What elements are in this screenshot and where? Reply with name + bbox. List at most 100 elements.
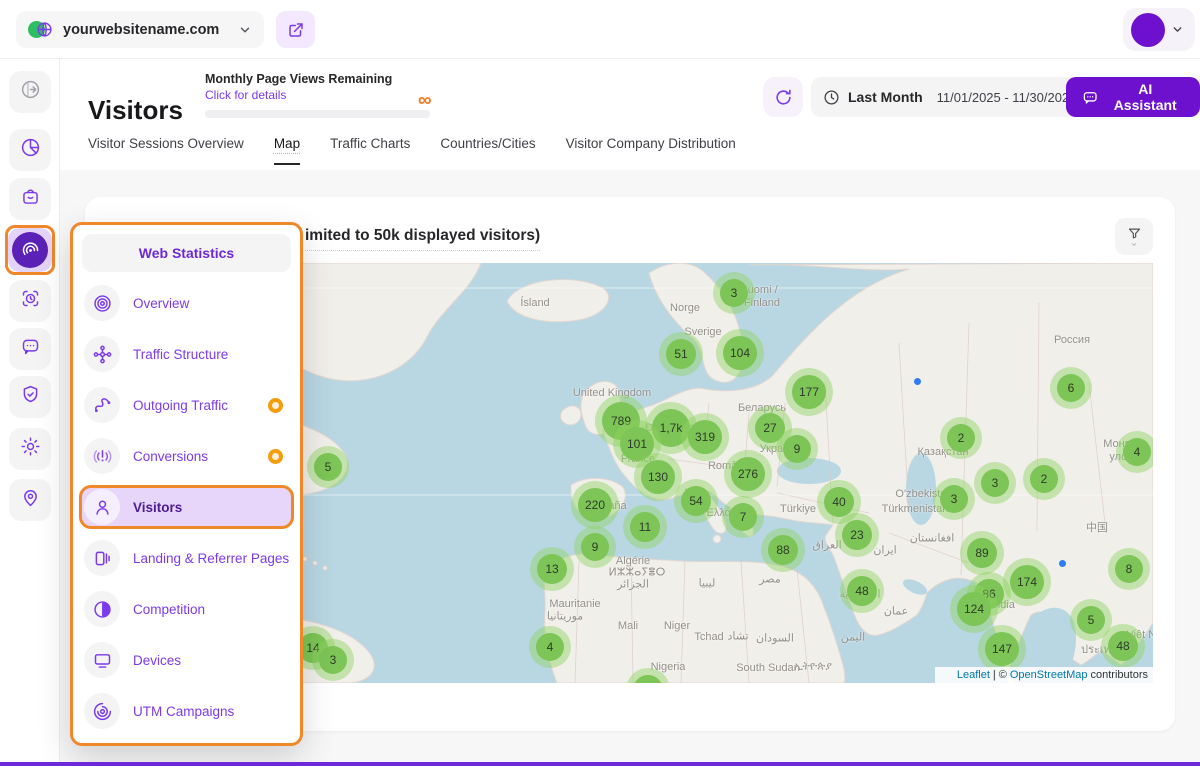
map-cluster-marker[interactable]: 4 [529,626,571,668]
menu-item-conversions[interactable]: Conversions [82,434,291,478]
menu-item-devices[interactable]: Devices [82,638,291,682]
cluster-count: 5 [1077,606,1105,634]
menu-item-label: Landing & Referrer Pages [133,551,289,566]
map-cluster-marker[interactable]: 48 [840,569,884,613]
tab-visitor-sessions-overview[interactable]: Visitor Sessions Overview [88,136,244,165]
tab-visitor-company-distribution[interactable]: Visitor Company Distribution [566,136,736,165]
map-cluster-marker[interactable]: 8 [1108,548,1150,590]
map-cluster-marker[interactable]: 276 [724,450,772,498]
sidebar-item-settings[interactable] [9,428,51,470]
map-cluster-marker[interactable]: 88 [761,528,805,572]
menu-item-competition[interactable]: Competition [82,587,291,631]
refresh-button[interactable] [763,77,803,117]
map-cluster-marker[interactable]: 23 [835,513,879,557]
page-header: Visitors Monthly Page Views Remaining Cl… [60,58,1200,170]
ukraine-flag-icon [940,670,954,680]
popup-menu: Overview Traffic Structure Outgoing Traf… [73,279,300,742]
map-cluster-marker[interactable]: 124 [950,585,998,633]
tab-traffic-charts[interactable]: Traffic Charts [330,136,410,165]
sidebar-item-chat[interactable] [9,328,51,370]
map-label: South Sudan [736,662,800,674]
map-cluster-marker[interactable]: 54 [674,479,718,523]
map-cluster-marker[interactable]: 3 [933,478,975,520]
sidebar-item-collapse[interactable] [9,71,51,113]
menu-item-landing-referrer-pages[interactable]: Landing & Referrer Pages [82,536,291,580]
map-cluster-marker[interactable]: 5 [307,446,349,488]
map-point-marker[interactable] [1059,560,1066,567]
website-selector[interactable]: yourwebsitename.com [16,11,264,48]
sidebar-item-web-statistics-active[interactable] [5,225,55,275]
orange-notification-badge [268,449,283,464]
tab-bar: Visitor Sessions Overview Map Traffic Char… [88,136,736,165]
sidebar-item-security[interactable] [9,376,51,418]
cluster-count: 4 [536,633,564,661]
leaflet-link[interactable]: Leaflet [957,669,990,681]
cluster-count: 3 [720,279,748,307]
ai-assistant-button[interactable]: AI Assistant [1066,77,1200,117]
open-website-button[interactable] [276,11,315,48]
map-cluster-marker[interactable]: 3 [713,272,755,314]
map-cluster-marker[interactable]: 6 [1050,367,1092,409]
openstreetmap-link[interactable]: OpenStreetMap [1010,669,1088,681]
map-filter-button[interactable] [1115,218,1153,255]
account-menu[interactable] [1123,8,1195,51]
map-cluster-marker[interactable]: 4 [1116,431,1153,473]
map-cluster-marker[interactable]: 319 [681,413,729,461]
tab-countries-cities[interactable]: Countries/Cities [440,136,535,165]
map-cluster-marker[interactable]: 7 [722,496,764,538]
map-cluster-marker[interactable]: 9 [776,428,818,470]
map-cluster-marker[interactable]: 3 [974,462,1016,504]
menu-item-label: UTM Campaigns [133,704,234,719]
cluster-count: 7 [729,503,757,531]
quota-infinity-value: ∞ [418,90,432,112]
landing-pages-icon [84,540,120,576]
traffic-structure-icon [84,336,120,372]
map-cluster-marker[interactable]: 220 [571,481,619,529]
map-cluster-marker[interactable]: 104 [716,329,764,377]
map-label: Ísland [520,297,549,309]
menu-item-utm-campaigns[interactable]: UTM Campaigns [82,689,291,733]
map-cluster-marker[interactable]: 89 [960,531,1004,575]
menu-item-outgoing-traffic[interactable]: Outgoing Traffic [82,383,291,427]
cluster-count: 9 [581,533,609,561]
map-cluster-marker[interactable]: 13 [530,547,574,591]
sidebar-item-monitoring[interactable] [9,280,51,322]
date-range-picker[interactable]: Last Month 11/01/2025 - 11/30/2025 [811,77,1107,117]
map-cluster-marker[interactable]: 3 [312,639,354,681]
map-point-marker[interactable] [914,378,921,385]
cluster-count: 147 [985,632,1019,666]
sidebar-item-dashboard[interactable] [9,129,51,171]
menu-item-overview[interactable]: Overview [82,281,291,325]
map-cluster-marker[interactable]: 2 [940,417,982,459]
cluster-count: 54 [681,486,711,516]
cluster-count: 2 [1030,465,1058,493]
map-cluster-marker[interactable]: 147 [978,625,1026,673]
attribution-separator: | [993,669,996,681]
sidebar-item-local-seo[interactable] [9,479,51,521]
cluster-count: 5 [314,453,342,481]
map-cluster-marker[interactable]: 2 [1023,458,1065,500]
devices-icon [84,642,120,678]
cluster-count: 319 [688,420,722,454]
website-name: yourwebsitename.com [63,22,238,38]
map-cluster-marker[interactable]: 177 [785,368,833,416]
quota-label: Monthly Page Views Remaining [205,72,445,86]
date-range-value: 11/01/2025 - 11/30/2025 [937,90,1077,105]
sidebar-item-projects[interactable] [9,178,51,220]
map-cluster-marker[interactable]: 9 [574,526,616,568]
menu-item-traffic-structure[interactable]: Traffic Structure [82,332,291,376]
cluster-count: 2 [947,424,975,452]
menu-item-visitors[interactable]: Visitors [79,485,294,529]
cluster-count: 11 [630,512,660,542]
map-label: Mali [618,620,638,632]
map-cluster-marker[interactable]: 48 [1101,624,1145,668]
quota-details-link[interactable]: Click for details [205,88,445,102]
map-label: ኢትዮጵያ [794,661,832,674]
outgoing-traffic-icon [84,387,120,423]
map-cluster-marker[interactable]: 51 [659,332,703,376]
tab-map[interactable]: Map [274,136,300,165]
map-label: مصر [759,573,781,586]
map-cluster-marker[interactable]: 11 [623,505,667,549]
cluster-count: 3 [319,646,347,674]
cluster-count: 88 [768,535,798,565]
